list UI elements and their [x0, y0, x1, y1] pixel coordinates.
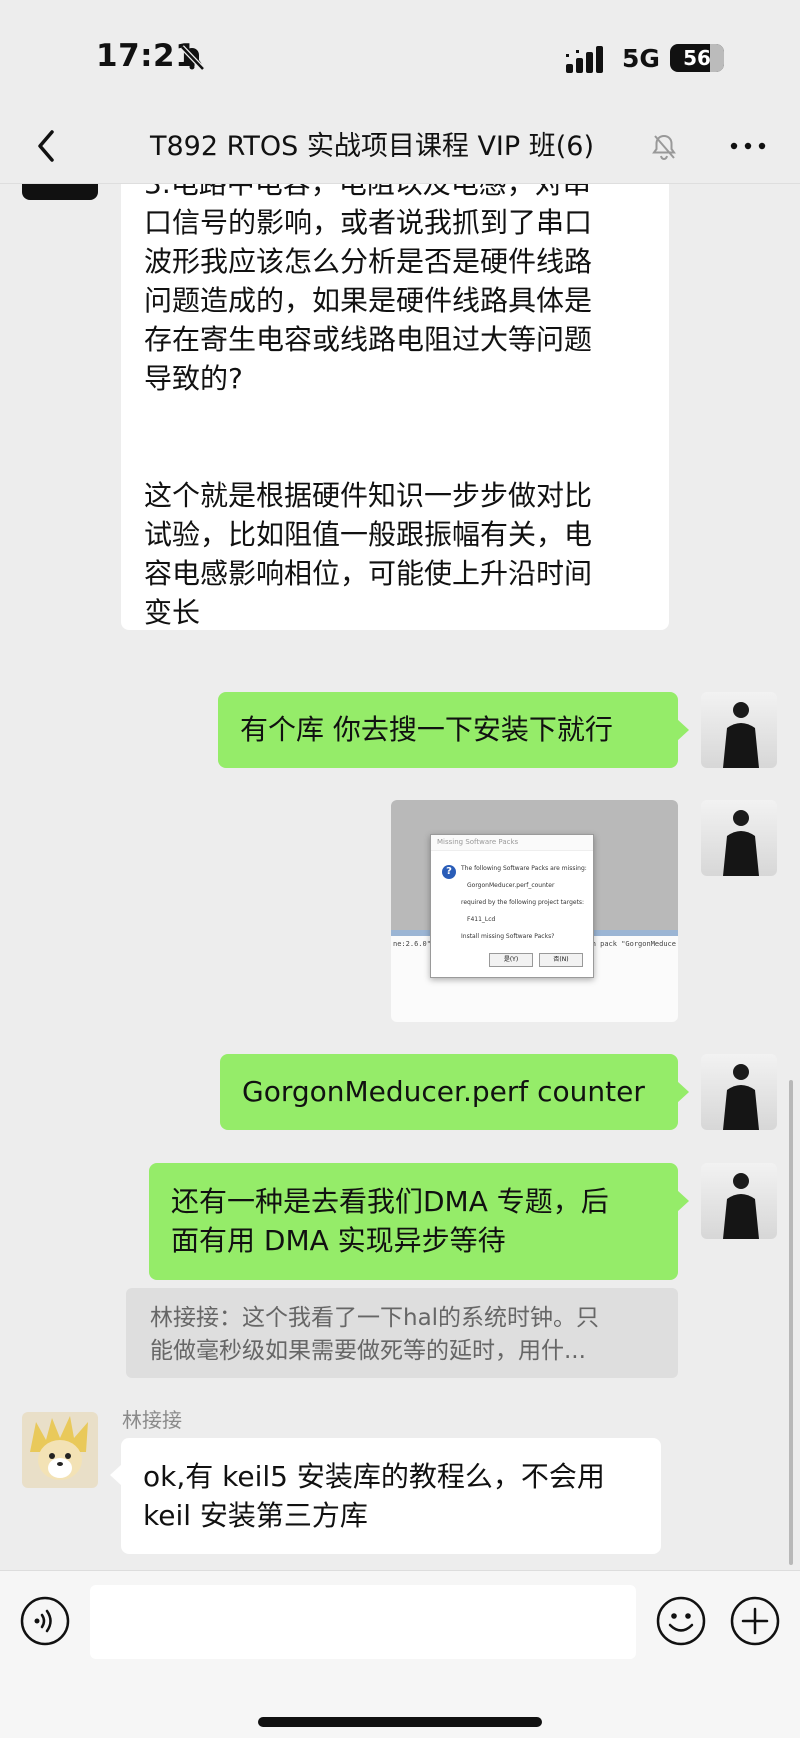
signal-icon — [566, 46, 603, 73]
incoming-message[interactable]: ok,有 keil5 安装库的教程么，不会用 keil 安装第三方库 — [110, 1438, 661, 1554]
message-line: 3.电路中电容，电阻以及电感，对串 — [144, 184, 592, 203]
status-bar: 17:21 5G 56 — [0, 0, 800, 110]
message-line: 试验，比如阻值一般跟振幅有关，电 — [144, 518, 593, 551]
console-right: n pack "GorgonMeduce — [591, 940, 676, 948]
dialog-no-button: 否(N) — [539, 953, 583, 967]
my-avatar[interactable] — [701, 1054, 777, 1130]
message-line: 存在寄生电容或线路电阻过大等问题 — [144, 323, 593, 356]
battery-icon: 56 — [670, 44, 724, 72]
dialog-line: The following Software Packs are missing… — [461, 865, 587, 872]
message-list[interactable]: 3.电路中电容，电阻以及电感，对串 口信号的影响，或者说我抓到了串口 波形我应该… — [0, 184, 800, 1570]
message-line: 问题造成的，如果是硬件线路具体是 — [144, 284, 593, 317]
outgoing-message[interactable]: 还有一种是去看我们DMA 专题，后 面有用 DMA 实现异步等待 — [149, 1163, 689, 1280]
back-button[interactable] — [24, 122, 72, 170]
message-text: GorgonMeducer.perf counter — [242, 1075, 645, 1108]
dialog-line: Install missing Software Packs? — [461, 933, 555, 940]
dialog-line: required by the following project target… — [461, 899, 585, 906]
sender-name: 林接接 — [122, 1408, 182, 1432]
more-options-button[interactable] — [726, 128, 770, 164]
message-line: 导致的? — [144, 362, 243, 395]
emoji-button[interactable] — [656, 1596, 706, 1646]
dialog-body: The following Software Packs are missing… — [461, 865, 589, 950]
quoted-message[interactable]: 林接接：这个我看了一下hal的系统时钟。只 能做毫秒级如果需要做死等的延时，用什… — [126, 1288, 678, 1378]
scrollbar[interactable] — [789, 1080, 793, 1565]
battery-level: 56 — [683, 46, 711, 70]
message-text: 还有一种是去看我们DMA 专题，后 面有用 DMA 实现异步等待 — [171, 1182, 609, 1260]
message-text: 有个库 你去搜一下安装下就行 — [240, 713, 613, 746]
chat-header: T892 RTOS 实战项目课程 VIP 班(6) — [0, 110, 800, 184]
message-line: 口信号的影响，或者说我抓到了串口 — [144, 206, 593, 239]
message-line: 容电感影响相位，可能使上升沿时间 — [144, 557, 593, 590]
message-text: ok,有 keil5 安装库的教程么，不会用 keil 安装第三方库 — [143, 1457, 605, 1535]
dialog-line: GorgonMeducer.perf_counter — [467, 882, 555, 889]
message-line: 波形我应该怎么分析是否是硬件线路 — [144, 245, 593, 278]
mute-icon — [652, 134, 676, 161]
outgoing-message[interactable]: 有个库 你去搜一下安装下就行 — [218, 692, 689, 768]
home-indicator[interactable] — [258, 1717, 542, 1727]
message-line: 还有一种是去看我们DMA 专题，后 — [171, 1185, 609, 1218]
bell-slash-icon — [180, 45, 205, 71]
dialog-yes-button: 是(Y) — [489, 953, 533, 967]
my-avatar[interactable] — [701, 692, 777, 768]
incoming-message[interactable]: 3.电路中电容，电阻以及电感，对串 口信号的影响，或者说我抓到了串口 波形我应该… — [121, 184, 669, 630]
dialog-title: Missing Software Packs — [431, 835, 593, 851]
input-bar — [0, 1570, 800, 1738]
console-left: ne:2.6.0" — [393, 940, 431, 948]
image-message[interactable]: ne:2.6.0" n pack "GorgonMeduce Missing S… — [391, 800, 678, 1022]
outgoing-message[interactable]: GorgonMeducer.perf counter — [220, 1054, 689, 1130]
network-type: 5G — [622, 44, 660, 73]
dialog-line: F411_Lcd — [467, 916, 496, 923]
sender-avatar[interactable] — [22, 184, 98, 200]
message-line: keil 安装第三方库 — [143, 1499, 368, 1532]
quote-line: 林接接：这个我看了一下hal的系统时钟。只 — [150, 1305, 600, 1331]
my-avatar[interactable] — [701, 800, 777, 876]
message-line: ok,有 keil5 安装库的教程么，不会用 — [143, 1460, 605, 1493]
message-text: 3.电路中电容，电阻以及电感，对串 口信号的影响，或者说我抓到了串口 波形我应该… — [144, 184, 592, 632]
question-icon: ? — [442, 865, 456, 879]
message-line: 变长 — [144, 596, 201, 629]
message-line: 这个就是根据硬件知识一步步做对比 — [144, 479, 593, 512]
voice-input-button[interactable] — [20, 1596, 70, 1646]
message-line: 面有用 DMA 实现异步等待 — [171, 1224, 506, 1257]
more-functions-button[interactable] — [730, 1596, 780, 1646]
chat-title: T892 RTOS 实战项目课程 VIP 班(6) — [150, 131, 594, 162]
sender-avatar[interactable] — [22, 1412, 98, 1488]
message-input[interactable] — [90, 1585, 636, 1659]
quote-line: 能做毫秒级如果需要做死等的延时，用什... — [150, 1338, 586, 1364]
my-avatar[interactable] — [701, 1163, 777, 1239]
missing-packs-dialog: Missing Software Packs ? The following S… — [430, 834, 594, 978]
